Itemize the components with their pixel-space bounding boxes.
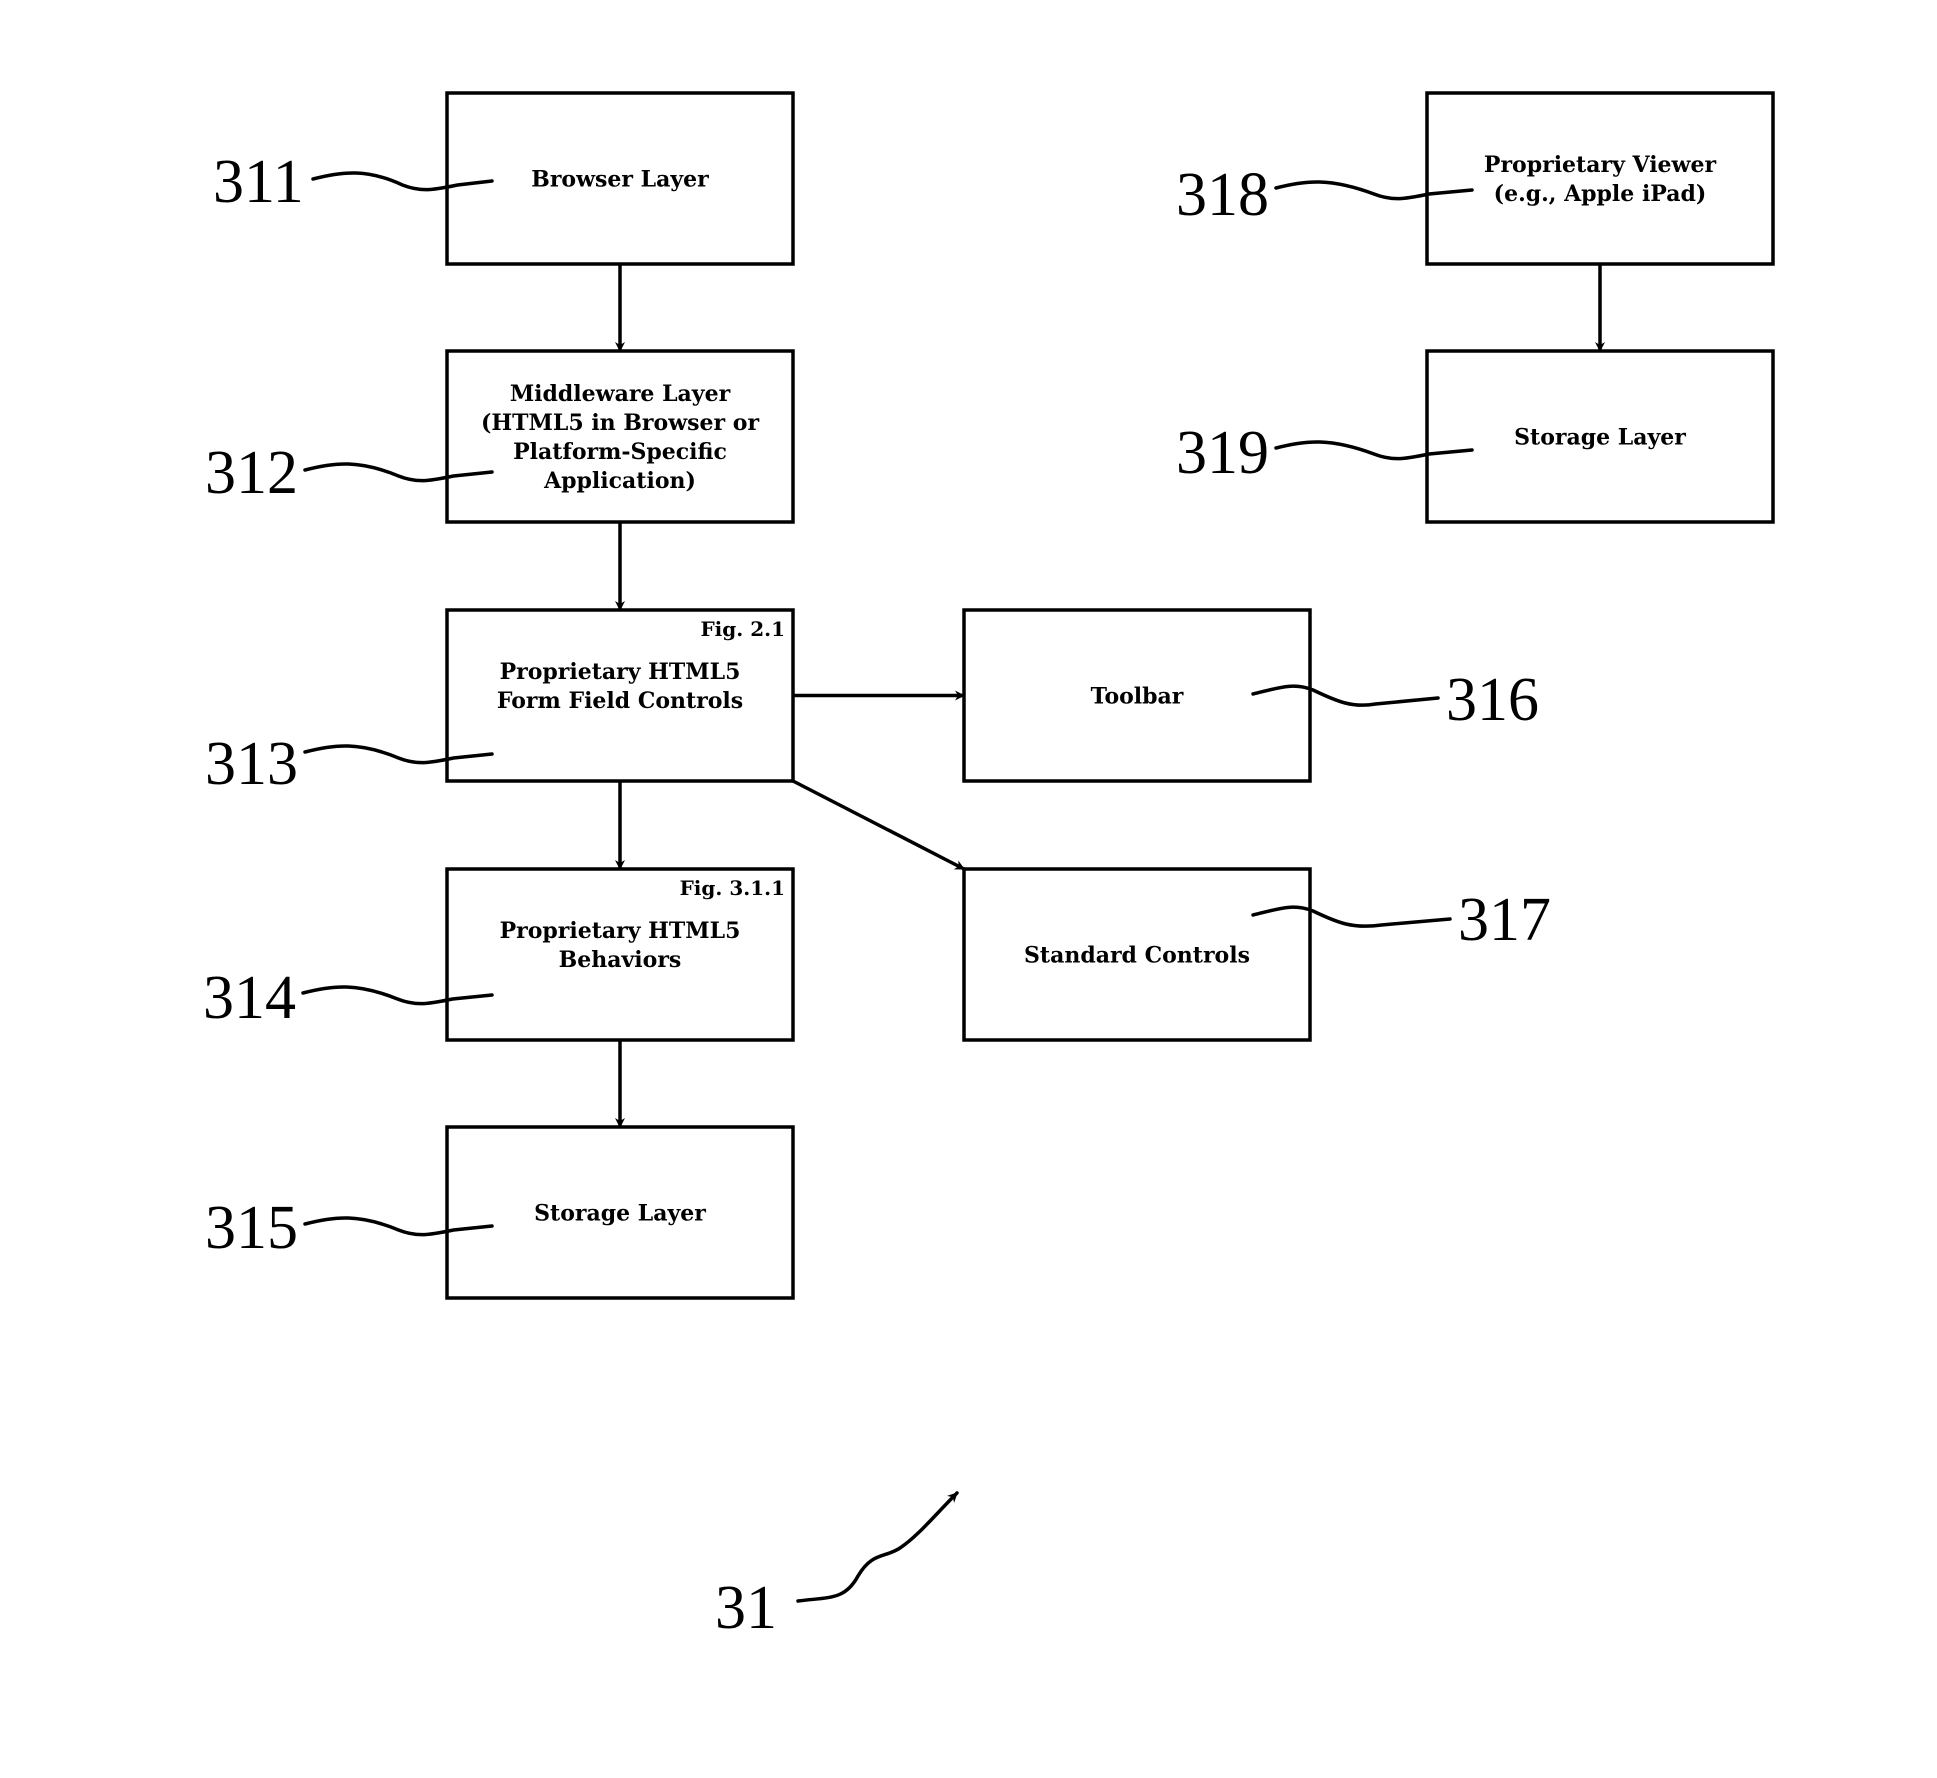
reference-number: 316 (1446, 666, 1539, 734)
reference-number: 318 (1176, 161, 1269, 229)
box-312: Middleware Layer (HTML5 in Browser or Plat… (445, 349, 795, 524)
box-311: Browser Layer (445, 91, 795, 266)
box-outline (1425, 91, 1775, 266)
box-319: Storage Layer (1425, 349, 1775, 524)
reference-number: 314 (203, 964, 296, 1032)
box-label-line: Browser Layer (531, 167, 709, 193)
reference-leaders: 311 312 313 314 315 316 317 318 319 (203, 148, 1551, 1262)
boxes: Browser Layer Middleware Layer (HTML5 in B… (445, 91, 1775, 1300)
reference-number: 311 (213, 148, 304, 216)
figure-reference-arrow (796, 1491, 959, 1603)
reference-number: 319 (1176, 419, 1269, 487)
arrow-313-to-317 (792, 779, 965, 871)
box-label-line: Platform-Specific (513, 439, 727, 465)
box-outline (445, 349, 795, 524)
reference-number: 312 (205, 439, 298, 507)
box-label-line: Proprietary Viewer (1484, 152, 1717, 178)
box-316: Toolbar (962, 608, 1312, 783)
box-label-line: (e.g., Apple iPad) (1494, 181, 1707, 207)
box-315: Storage Layer (445, 1125, 795, 1300)
box-label-line: Form Field Controls (497, 688, 743, 714)
box-label-line: Storage Layer (1514, 425, 1686, 451)
reference-number: 317 (1458, 886, 1551, 954)
box-label-line: Middleware Layer (510, 381, 731, 407)
box-label-line: Storage Layer (534, 1201, 706, 1227)
box-318: Proprietary Viewer (e.g., Apple iPad) (1425, 91, 1775, 266)
box-label-line: Behaviors (559, 947, 682, 973)
figure-tag: Fig. 3.1.1 (680, 876, 785, 900)
figure-tag: Fig. 2.1 (700, 617, 785, 641)
box-314: Proprietary HTML5 Behaviors Fig. 3.1.1 (445, 867, 795, 1042)
reference-number: 313 (205, 730, 298, 798)
box-label-line: Standard Controls (1024, 943, 1250, 969)
figure-reference: 31 (715, 1491, 959, 1642)
box-label-line: Proprietary HTML5 (500, 659, 741, 685)
box-label-line: (HTML5 in Browser or (481, 410, 759, 436)
figure-reference-number: 31 (715, 1574, 777, 1642)
box-label-line: Toolbar (1091, 684, 1184, 710)
reference-number: 315 (205, 1194, 298, 1262)
box-313: Proprietary HTML5 Form Field Controls Fig.… (445, 608, 795, 783)
box-317: Standard Controls (962, 867, 1312, 1042)
block-diagram: Browser Layer Middleware Layer (HTML5 in B… (203, 91, 1775, 1642)
box-label-line: Proprietary HTML5 (500, 918, 741, 944)
box-label-line: Application) (543, 468, 696, 494)
